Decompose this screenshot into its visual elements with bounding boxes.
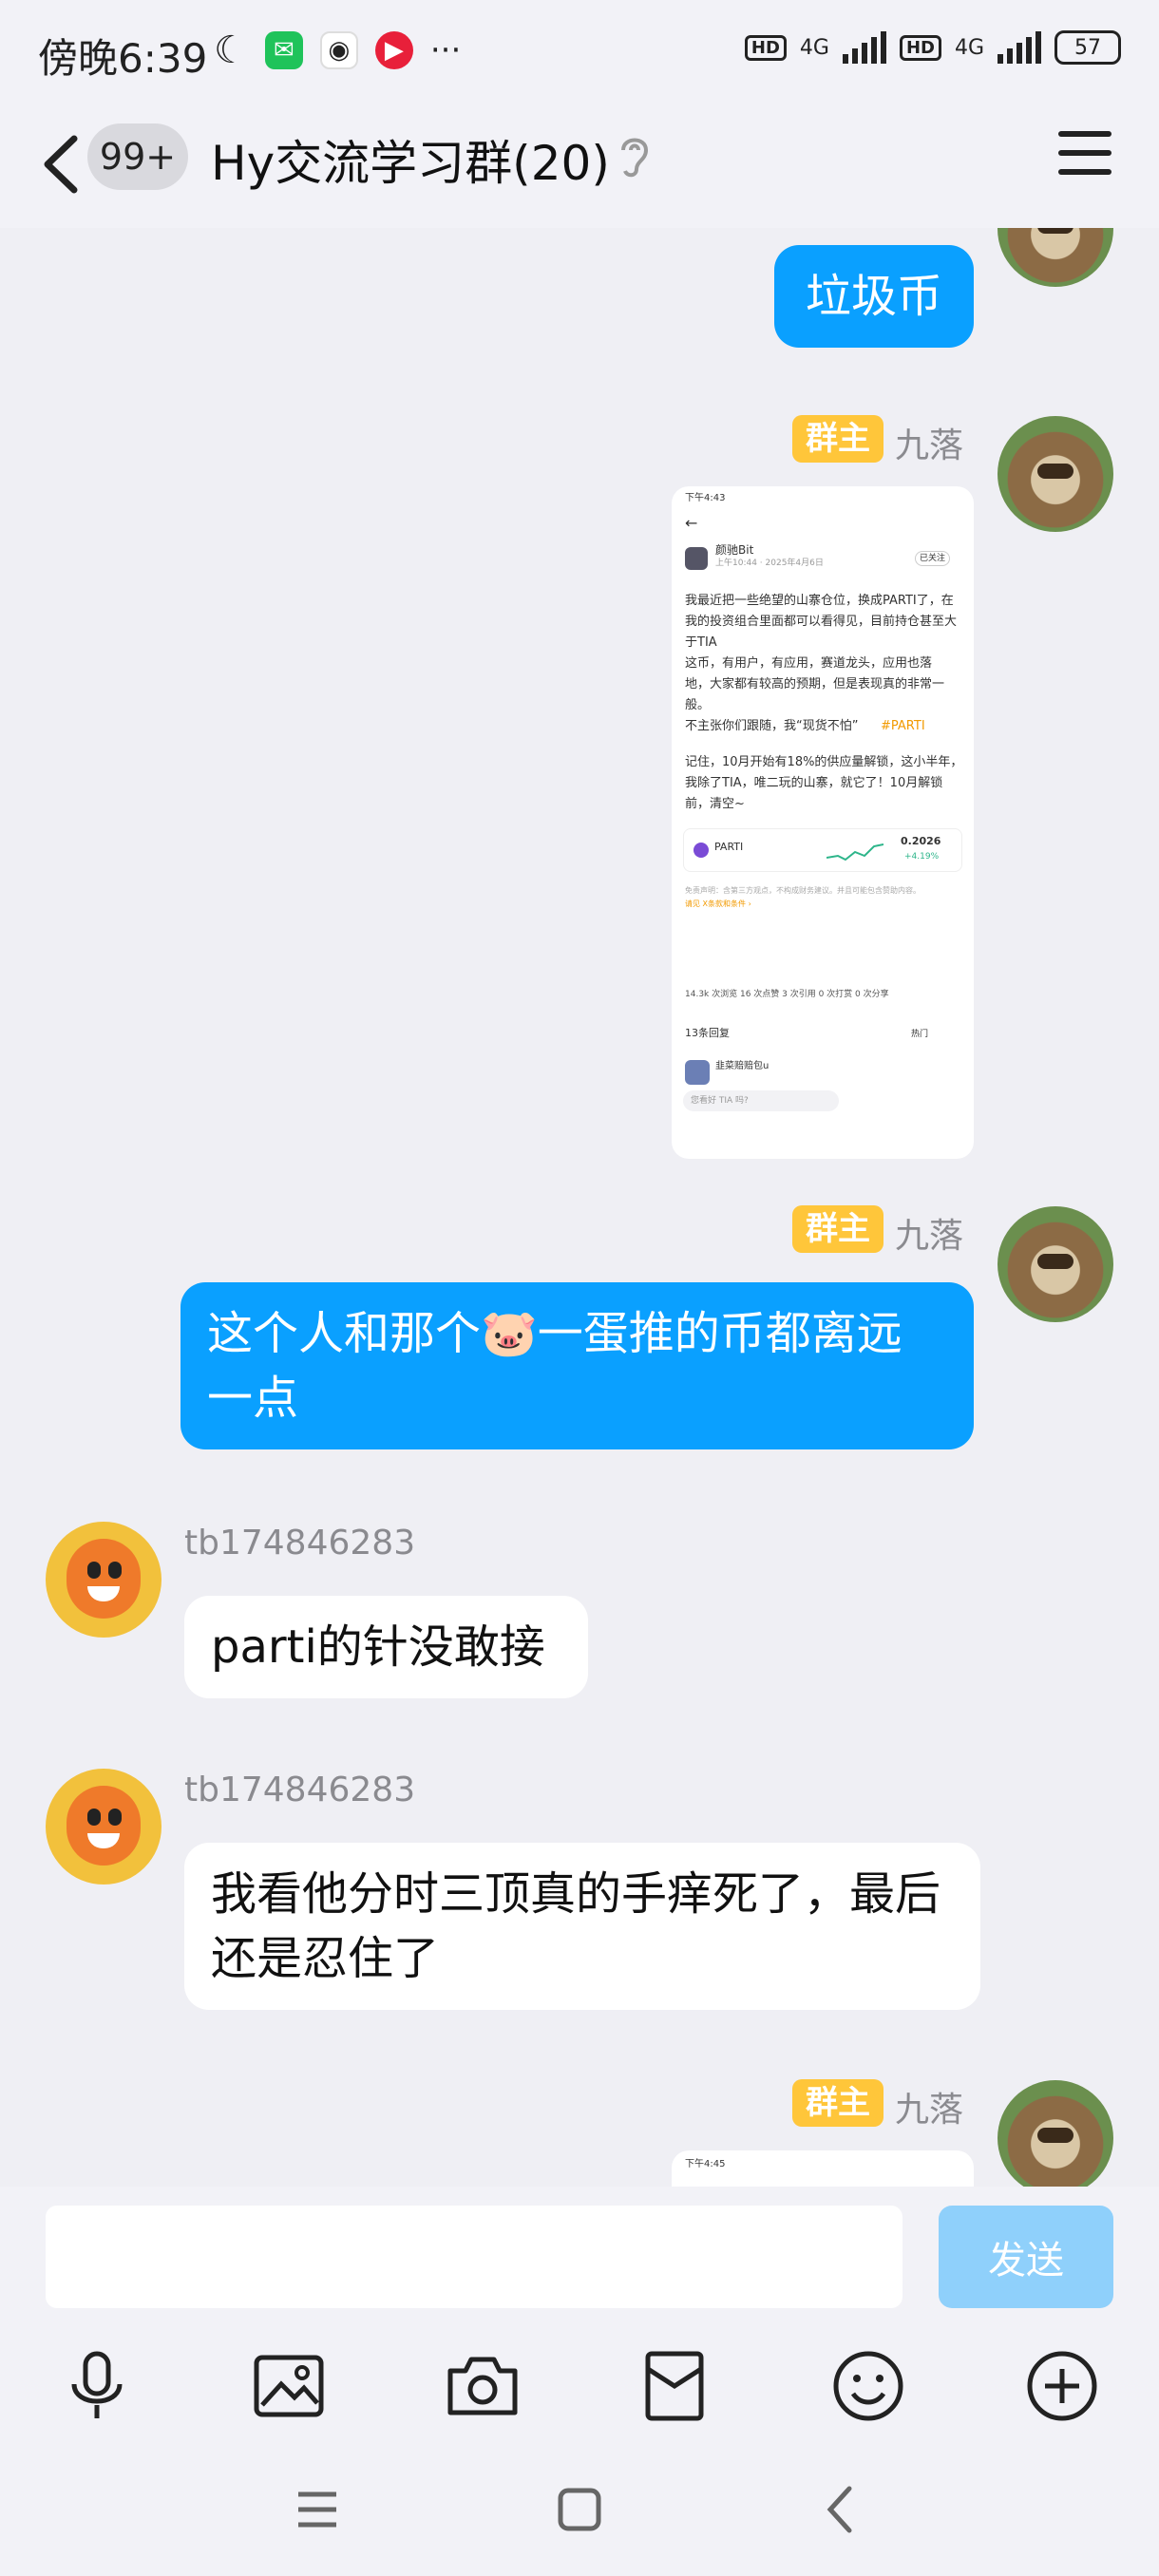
emoji-icon[interactable]: [830, 2348, 906, 2424]
unread-badge[interactable]: 99+: [87, 123, 188, 190]
sender-name: tb174846283: [184, 1771, 416, 1809]
message-bubble[interactable]: parti的针没敢接: [184, 1596, 588, 1698]
avatar: [685, 547, 708, 570]
back-icon: ←: [685, 514, 698, 532]
menu-icon[interactable]: [1058, 131, 1112, 184]
input-toolbar: [0, 2329, 1159, 2443]
image-message[interactable]: 下午4:43 ← 颜驰Bit 上午10:44 · 2025年4月6日 已关注 我…: [672, 486, 974, 1159]
home-icon[interactable]: [551, 2481, 608, 2538]
red-packet-icon[interactable]: [636, 2348, 712, 2424]
sender-name: 九落: [895, 426, 964, 465]
image-message[interactable]: 下午4:45: [672, 2150, 974, 2187]
recents-icon[interactable]: [289, 2481, 346, 2538]
wechat-icon: ✉: [264, 31, 303, 69]
owner-badge: 群主: [792, 415, 884, 463]
owner-badge: 群主: [792, 2079, 884, 2127]
sender-name: tb174846283: [184, 1524, 416, 1563]
chat-area[interactable]: 垃圾币 群主 九落 下午4:43 ← 颜驰Bit 上午10:44 · 2025年…: [0, 228, 1159, 2187]
message-bubble[interactable]: 垃圾币: [774, 245, 974, 348]
music-icon: ▶: [374, 31, 413, 69]
send-button[interactable]: 发送: [939, 2206, 1113, 2308]
camera-icon[interactable]: [445, 2348, 521, 2424]
status-time: 傍晚6:39: [38, 35, 208, 82]
moon-icon: ☾: [214, 28, 248, 72]
avatar[interactable]: [998, 416, 1113, 532]
input-bar: 发送: [0, 2187, 1159, 2329]
qq-icon: ◉: [319, 31, 358, 69]
sender-name: 九落: [895, 2091, 964, 2130]
status-bar: 傍晚6:39 ☾ ✉ ◉ ▶ ··· HD 4G HD 4G 57: [0, 0, 1159, 104]
hd-icon: HD: [744, 34, 787, 61]
message-bubble[interactable]: 这个人和那个🐷一蛋推的币都离远一点: [180, 1282, 974, 1449]
system-nav-bar: [0, 2443, 1159, 2576]
battery-icon: 57: [1054, 30, 1121, 65]
notification-icons: ☾ ✉ ◉ ▶ ···: [214, 28, 461, 72]
sender-name: 九落: [895, 1217, 964, 1256]
group-title[interactable]: Hy交流学习群(20): [211, 125, 610, 194]
more-notifications-icon: ···: [429, 31, 462, 69]
owner-badge: 群主: [792, 1205, 884, 1253]
avatar[interactable]: [998, 1206, 1113, 1322]
hd-icon-2: HD: [899, 34, 941, 61]
message-bubble[interactable]: 我看他分时三顶真的手痒死了，最后还是忍住了: [184, 1843, 980, 2010]
back-icon[interactable]: [38, 131, 86, 198]
coin-card: PARTI 0.2026 +4.19%: [683, 828, 962, 872]
plus-icon[interactable]: [1024, 2348, 1100, 2424]
avatar[interactable]: [46, 1769, 162, 1885]
ear-icon[interactable]: [616, 133, 654, 180]
message-input[interactable]: [46, 2206, 902, 2308]
network-type-2: 4G: [954, 35, 984, 60]
back-nav-icon[interactable]: [813, 2481, 870, 2538]
signal-icon: [842, 31, 886, 64]
microphone-icon[interactable]: [59, 2348, 135, 2424]
image-icon[interactable]: [251, 2348, 327, 2424]
avatar[interactable]: [46, 1522, 162, 1638]
avatar[interactable]: [998, 228, 1113, 287]
network-type: 4G: [799, 35, 829, 60]
avatar[interactable]: [998, 2080, 1113, 2187]
chat-header: 99+ Hy交流学习群(20): [0, 104, 1159, 228]
system-icons: HD 4G HD 4G 57: [744, 30, 1121, 65]
signal-icon-2: [998, 31, 1041, 64]
